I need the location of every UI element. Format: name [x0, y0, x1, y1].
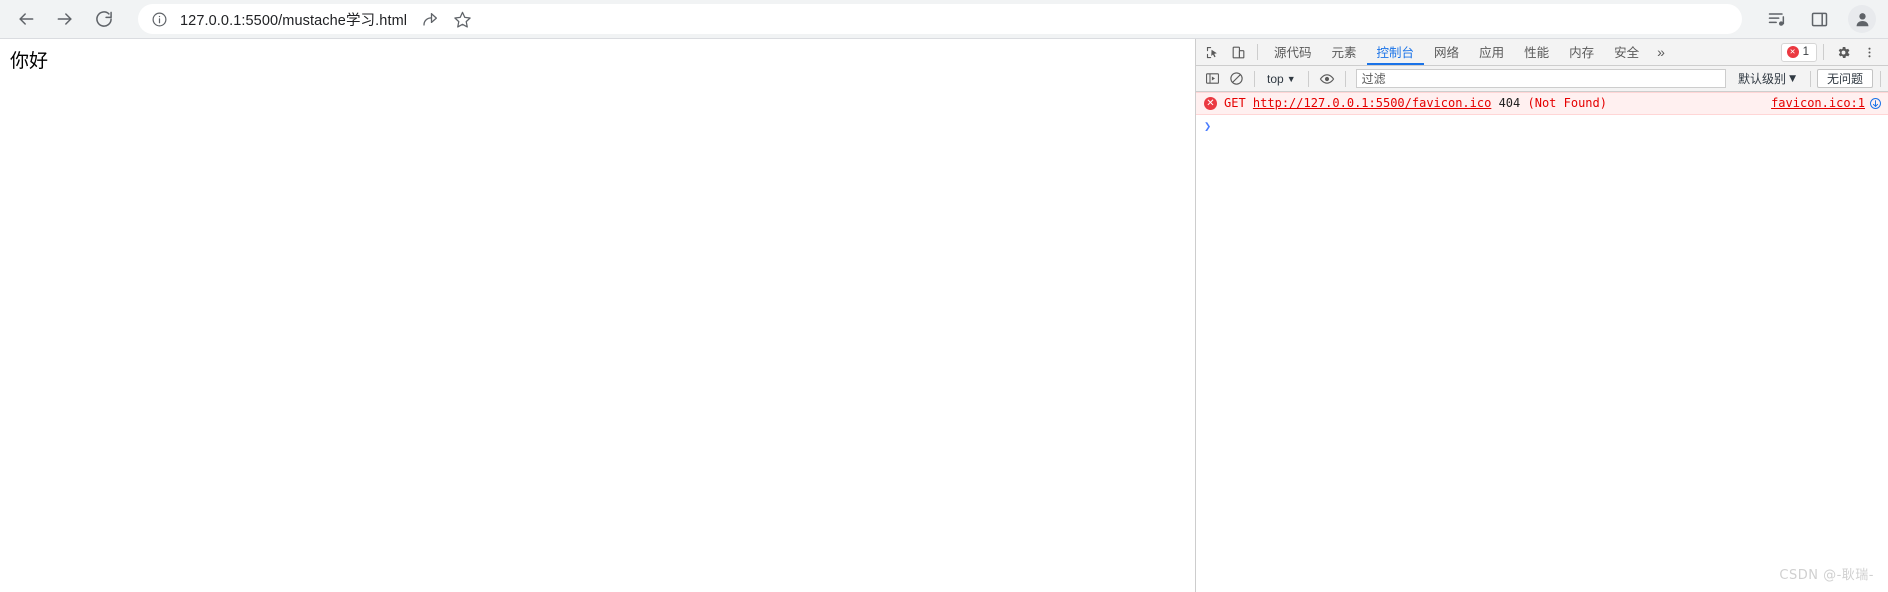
console-filter-input[interactable] — [1355, 69, 1727, 88]
address-bar-url[interactable]: 127.0.0.1:5500/mustache学习.html — [180, 9, 407, 30]
tabbar-right-divider — [1823, 44, 1824, 60]
devtools-tabbar-right: ✕ 1 — [1780, 40, 1888, 64]
reload-icon[interactable] — [87, 2, 121, 36]
error-count: 1 — [1802, 46, 1809, 58]
console-prompt[interactable]: ❯ — [1196, 115, 1888, 137]
devtools-tab-performance[interactable]: 性能 — [1514, 39, 1559, 65]
error-count-badge[interactable]: ✕ 1 — [1780, 42, 1817, 62]
device-toolbar-icon[interactable] — [1225, 40, 1251, 64]
console-message-list: ✕ GET http://127.0.0.1:5500/favicon.ico … — [1196, 92, 1888, 592]
console-error-url[interactable]: http://127.0.0.1:5500/favicon.ico — [1253, 96, 1491, 110]
devtools-tab-elements[interactable]: 元素 — [1322, 39, 1367, 65]
console-error-text: GET http://127.0.0.1:5500/favicon.ico 40… — [1224, 96, 1607, 111]
profile-avatar[interactable] — [1848, 5, 1876, 33]
media-control-icon[interactable] — [1760, 2, 1794, 36]
chevron-down-icon: ▼ — [1286, 73, 1296, 84]
back-icon[interactable] — [9, 2, 43, 36]
devtools-tabs-overflow-icon[interactable]: » — [1649, 39, 1673, 65]
share-icon[interactable] — [415, 4, 445, 34]
console-context-value: top — [1267, 71, 1284, 86]
console-error-source-link[interactable]: favicon.ico:1 — [1771, 96, 1865, 111]
chevron-down-icon: ▼ — [1789, 73, 1796, 84]
site-info-icon[interactable] — [151, 11, 168, 28]
console-toolbar-divider-5 — [1880, 70, 1881, 87]
error-icon: ✕ — [1786, 46, 1799, 58]
console-toolbar-divider-3 — [1344, 70, 1346, 87]
live-expression-eye-icon[interactable] — [1315, 68, 1339, 90]
no-issues-button[interactable]: 无问题 — [1816, 69, 1873, 88]
console-error-status-text: (Not Found) — [1527, 96, 1607, 110]
browser-toolbar: 127.0.0.1:5500/mustache学习.html — [0, 0, 1888, 39]
devtools-tab-application[interactable]: 应用 — [1469, 39, 1514, 65]
console-toolbar-divider-2 — [1307, 70, 1309, 87]
gear-icon[interactable] — [1830, 40, 1856, 64]
browser-toolbar-right — [1752, 2, 1888, 36]
network-request-icon[interactable] — [1869, 97, 1882, 110]
devtools-tab-network[interactable]: 网络 — [1424, 39, 1469, 65]
inspect-element-icon[interactable] — [1199, 40, 1225, 64]
devtools-tab-sources[interactable]: 源代码 — [1264, 39, 1322, 65]
page-viewport: 你好 — [0, 39, 1195, 592]
forward-icon[interactable] — [48, 2, 82, 36]
console-level-value: 默认级别 — [1738, 72, 1787, 86]
omnibox-actions — [413, 4, 477, 34]
console-error-source-group: favicon.ico:1 — [1759, 96, 1882, 111]
console-error-message[interactable]: ✕ GET http://127.0.0.1:5500/favicon.ico … — [1196, 92, 1888, 115]
console-prompt-arrow-icon: ❯ — [1204, 119, 1212, 133]
tabbar-divider — [1257, 44, 1258, 60]
console-error-method: GET — [1224, 96, 1246, 110]
console-level-selector[interactable]: 默认级别 ▼ — [1730, 70, 1804, 87]
console-error-status: 404 — [1498, 96, 1521, 110]
console-toolbar-divider-1 — [1254, 70, 1255, 87]
bookmark-star-icon[interactable] — [447, 4, 477, 34]
devtools-tab-console[interactable]: 控制台 — [1366, 39, 1425, 65]
devtools-tab-memory[interactable]: 内存 — [1559, 39, 1604, 65]
console-context-selector[interactable]: top ▼ — [1261, 69, 1302, 89]
clear-console-icon[interactable] — [1224, 68, 1248, 90]
console-sidebar-toggle-icon[interactable] — [1200, 68, 1224, 90]
devtools-tabbar: 源代码 元素 控制台 网络 应用 性能 内存 安全 » ✕ 1 — [1196, 39, 1888, 66]
side-panel-icon[interactable] — [1802, 2, 1836, 36]
devtools-panel: 源代码 元素 控制台 网络 应用 性能 内存 安全 » ✕ 1 top ▼ 过滤… — [1195, 39, 1888, 592]
more-options-icon[interactable] — [1856, 40, 1882, 64]
error-icon: ✕ — [1204, 97, 1217, 110]
page-heading: 你好 — [10, 50, 49, 72]
console-toolbar: top ▼ 默认级别 ▼ 无问题 — [1196, 66, 1888, 92]
devtools-tab-security[interactable]: 安全 — [1604, 39, 1649, 65]
watermark: CSDN @-耿瑞- — [1779, 568, 1874, 583]
address-bar[interactable]: 127.0.0.1:5500/mustache学习.html — [138, 4, 1742, 34]
console-toolbar-divider-4 — [1809, 70, 1811, 87]
